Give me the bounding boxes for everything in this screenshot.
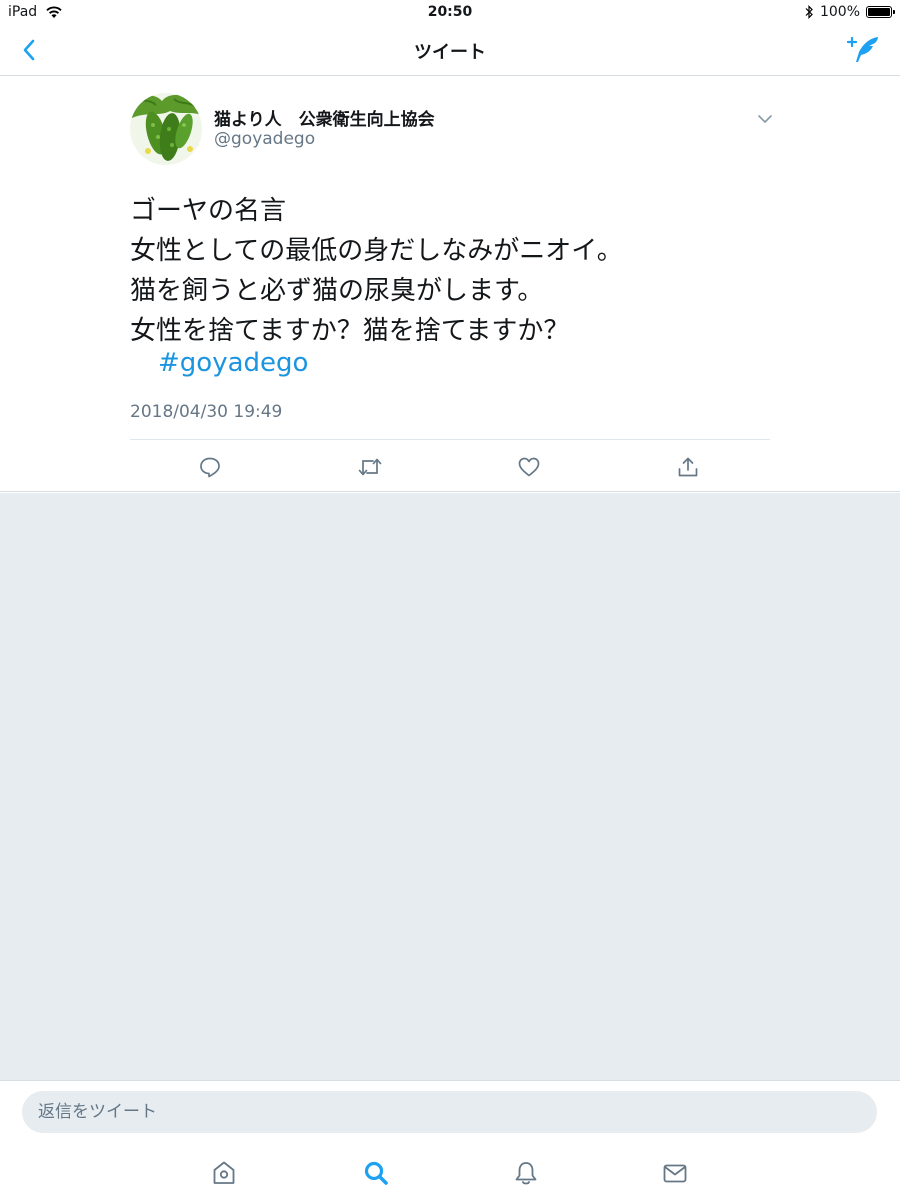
reply-icon (200, 457, 220, 478)
like-button[interactable] (514, 452, 544, 482)
battery-level (868, 8, 890, 16)
tweet-timestamp[interactable]: 2018/04/30 19:49 (130, 402, 282, 422)
tweet-menu-button[interactable] (756, 111, 774, 125)
compose-tweet-icon (846, 36, 878, 62)
navigation-bar: ツイート (0, 26, 900, 76)
share-icon (678, 457, 698, 477)
page-title: ツイート (414, 42, 486, 63)
bluetooth-icon (805, 5, 813, 19)
retweet-button[interactable] (355, 452, 385, 482)
battery-percent: 100% (819, 4, 860, 20)
like-icon (518, 457, 540, 477)
status-right: 100% (804, 4, 895, 20)
divider (130, 439, 770, 440)
tweet-line: 猫を飼うと必ず猫の尿臭がします。 (130, 276, 544, 306)
status-time: 20:50 (427, 4, 473, 20)
compose-tweet-button[interactable] (846, 34, 882, 66)
tweet-detail: 猫より人 公衆衛生向上協会 @goyadego ゴーヤの名言 女性としての最低の… (0, 77, 900, 492)
reply-input[interactable] (22, 1091, 877, 1133)
search-icon (364, 1161, 388, 1185)
avatar[interactable] (130, 93, 202, 165)
battery-icon (866, 6, 895, 18)
tweet-text: ゴーヤの名言 女性としての最低の身だしなみがニオイ。 猫を飼うと必ず猫の尿臭がし… (130, 191, 623, 351)
retweet-icon (358, 458, 382, 476)
notifications-icon (515, 1162, 537, 1185)
reply-button[interactable] (195, 452, 225, 482)
tweet-line: 女性としての最低の身だしなみがニオイ。 (130, 236, 623, 266)
empty-replies-area (0, 493, 900, 1080)
home-icon (213, 1161, 235, 1184)
messages-icon (663, 1164, 687, 1183)
tab-notifications[interactable] (510, 1157, 542, 1189)
hashtag-link[interactable]: #goyadego (158, 348, 308, 378)
tab-messages[interactable] (659, 1157, 691, 1189)
bitter-melon-avatar-image (130, 93, 202, 165)
tweet-line: ゴーヤの名言 (130, 196, 287, 226)
user-handle[interactable]: @goyadego (214, 129, 315, 149)
bottom-bar (0, 1080, 900, 1200)
status-bar: iPad 20:50 100% (0, 0, 900, 26)
display-name[interactable]: 猫より人 公衆衛生向上協会 (214, 105, 435, 130)
tab-home[interactable] (208, 1157, 240, 1189)
chevron-down-icon (758, 115, 772, 123)
tab-search[interactable] (360, 1157, 392, 1189)
share-button[interactable] (673, 452, 703, 482)
tweet-line: 女性を捨てますか？猫を捨てますか？ (130, 316, 570, 346)
